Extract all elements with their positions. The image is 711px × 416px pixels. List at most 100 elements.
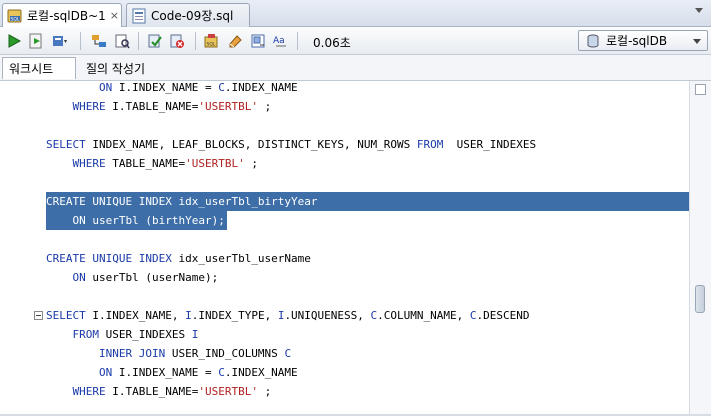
tab-sql-worksheet[interactable]: SQL 로컬-sqlDB~1 × bbox=[2, 3, 122, 27]
explain-plan-icon bbox=[92, 35, 106, 47]
run-statement-icon bbox=[8, 34, 22, 48]
tab-code-file[interactable]: Code-09장.sql bbox=[126, 3, 250, 27]
code-line[interactable]: CREATE UNIQUE INDEX idx_userTbl_birtyYea… bbox=[46, 192, 689, 211]
eraser-icon bbox=[229, 35, 242, 48]
scroll-corner-button[interactable] bbox=[695, 84, 706, 95]
tab-overflow-dropdown-icon[interactable] bbox=[695, 8, 703, 13]
sql-keyword: C bbox=[469, 309, 477, 322]
sql-keyword: WHERE bbox=[72, 157, 106, 170]
toolbar-separator bbox=[138, 32, 139, 50]
commit-icon bbox=[148, 34, 162, 48]
sql-keyword: ON bbox=[98, 366, 113, 379]
history-button[interactable] bbox=[249, 32, 267, 50]
fold-toggle-icon[interactable] bbox=[34, 311, 43, 320]
code-line[interactable]: WHERE TABLE_NAME='USERTBL' ; bbox=[46, 154, 689, 173]
tab-label: Code-09장.sql bbox=[151, 9, 234, 23]
code-line[interactable] bbox=[46, 116, 689, 135]
toolbar-separator bbox=[80, 32, 81, 50]
tab-worksheet[interactable]: 워크시트 bbox=[2, 57, 76, 79]
run-script-button[interactable] bbox=[27, 32, 45, 50]
code-line[interactable]: ON userTbl (birthYear); bbox=[46, 211, 227, 230]
explain-plan-button[interactable] bbox=[90, 32, 108, 50]
sql-text: .INDEX_NAME bbox=[224, 81, 298, 94]
commit-button[interactable] bbox=[146, 32, 164, 50]
code-line[interactable]: SELECT I.INDEX_NAME, I.INDEX_TYPE, I.UNI… bbox=[46, 306, 689, 325]
sql-text: I.TABLE_NAME= bbox=[105, 385, 199, 398]
sql-worksheet-icon: SQL bbox=[7, 9, 22, 22]
autotrace-button[interactable] bbox=[51, 32, 69, 50]
sql-editor[interactable]: ON I.INDEX_NAME = C.INDEX_NAME WHERE I.T… bbox=[0, 81, 711, 416]
sql-text: USER_INDEXES bbox=[99, 328, 192, 341]
code-line[interactable] bbox=[46, 230, 689, 249]
sql-file-icon bbox=[132, 8, 146, 23]
sql-text: .INDEX_TYPE, bbox=[191, 309, 278, 322]
run-script-icon bbox=[29, 33, 42, 49]
close-tab-icon[interactable]: × bbox=[106, 9, 119, 22]
editor-gutter bbox=[0, 81, 46, 416]
history-icon bbox=[251, 34, 265, 48]
sql-keyword: FROM bbox=[72, 328, 100, 341]
code-line[interactable]: ON I.INDEX_NAME = C.INDEX_NAME bbox=[46, 81, 689, 97]
sql-text: .INDEX_NAME bbox=[224, 366, 298, 379]
format-case-icon: Aa bbox=[273, 36, 286, 47]
sql-keyword: C bbox=[218, 81, 225, 94]
sql-keyword: SELECT bbox=[46, 138, 86, 151]
sql-keyword: CREATE UNIQUE INDEX bbox=[46, 195, 172, 208]
worksheet-subtabs: 워크시트 질의 작성기 bbox=[0, 55, 711, 81]
toolbar-separator bbox=[195, 32, 196, 50]
clear-button[interactable] bbox=[226, 32, 244, 50]
sql-text: ; bbox=[257, 100, 272, 113]
elapsed-time: 0.06초 bbox=[313, 36, 351, 50]
code-line[interactable] bbox=[46, 287, 689, 306]
connection-name: 로컬-sqlDB bbox=[606, 34, 668, 48]
unshared-worksheet-button[interactable]: SQL bbox=[203, 32, 221, 50]
sql-keyword: CREATE UNIQUE INDEX bbox=[46, 252, 172, 265]
run-statement-button[interactable] bbox=[5, 32, 23, 50]
code-line[interactable]: ON userTbl (userName); bbox=[46, 268, 689, 287]
code-text-area[interactable]: ON I.INDEX_NAME = C.INDEX_NAME WHERE I.T… bbox=[46, 81, 689, 416]
code-line[interactable]: CREATE UNIQUE INDEX idx_userTbl_userName bbox=[46, 249, 689, 268]
svg-text:Aa: Aa bbox=[273, 36, 285, 46]
sql-string: 'USERTBL' bbox=[198, 100, 258, 113]
tab-query-builder[interactable]: 질의 작성기 bbox=[80, 57, 151, 79]
sql-text: idx_userTbl_birtyYear bbox=[171, 195, 318, 208]
rollback-button[interactable] bbox=[168, 32, 186, 50]
chevron-down-icon bbox=[693, 39, 701, 44]
scrollbar-thumb[interactable] bbox=[695, 285, 705, 313]
code-line[interactable] bbox=[46, 173, 689, 192]
format-case-button[interactable]: Aa bbox=[272, 32, 290, 50]
autotrace-icon bbox=[53, 36, 67, 46]
sql-text: .DESCEND bbox=[476, 309, 530, 322]
sql-keyword: ON bbox=[98, 81, 113, 94]
connection-select[interactable]: 로컬-sqlDB bbox=[578, 30, 708, 51]
toolbar-separator bbox=[297, 32, 298, 50]
code-line[interactable]: INNER JOIN USER_IND_COLUMNS C bbox=[46, 344, 689, 363]
sql-keyword: ON bbox=[72, 271, 86, 284]
code-line[interactable]: WHERE I.TABLE_NAME='USERTBL' ; bbox=[46, 97, 689, 116]
sql-keyword: SELECT bbox=[46, 309, 86, 322]
unshared-worksheet-icon: SQL bbox=[204, 34, 218, 48]
sql-text: USER_IND_COLUMNS bbox=[165, 347, 285, 360]
sql-text: ; bbox=[244, 157, 258, 170]
vertical-scrollbar[interactable] bbox=[689, 81, 711, 416]
sql-text: .UNIQUENESS, bbox=[284, 309, 371, 322]
sql-text: idx_userTbl_userName bbox=[171, 252, 311, 265]
code-line[interactable]: ON I.INDEX_NAME = C.INDEX_NAME bbox=[46, 363, 689, 382]
sql-tuning-button[interactable] bbox=[113, 32, 131, 50]
sql-text: USER_INDEXES bbox=[443, 138, 537, 151]
sql-text: TABLE_NAME= bbox=[105, 157, 186, 170]
code-line[interactable]: WHERE I.TABLE_NAME='USERTBL' ; bbox=[46, 382, 689, 401]
editor-tab-bar: SQL 로컬-sqlDB~1 × Code-09장.sql bbox=[0, 0, 711, 27]
code-line[interactable]: FROM USER_INDEXES I bbox=[46, 325, 689, 344]
sql-keyword: I bbox=[185, 309, 192, 322]
code-line[interactable]: SELECT INDEX_NAME, LEAF_BLOCKS, DISTINCT… bbox=[46, 135, 689, 154]
sql-text: I.INDEX_NAME = bbox=[112, 81, 219, 94]
sql-keyword: WHERE bbox=[72, 385, 106, 398]
